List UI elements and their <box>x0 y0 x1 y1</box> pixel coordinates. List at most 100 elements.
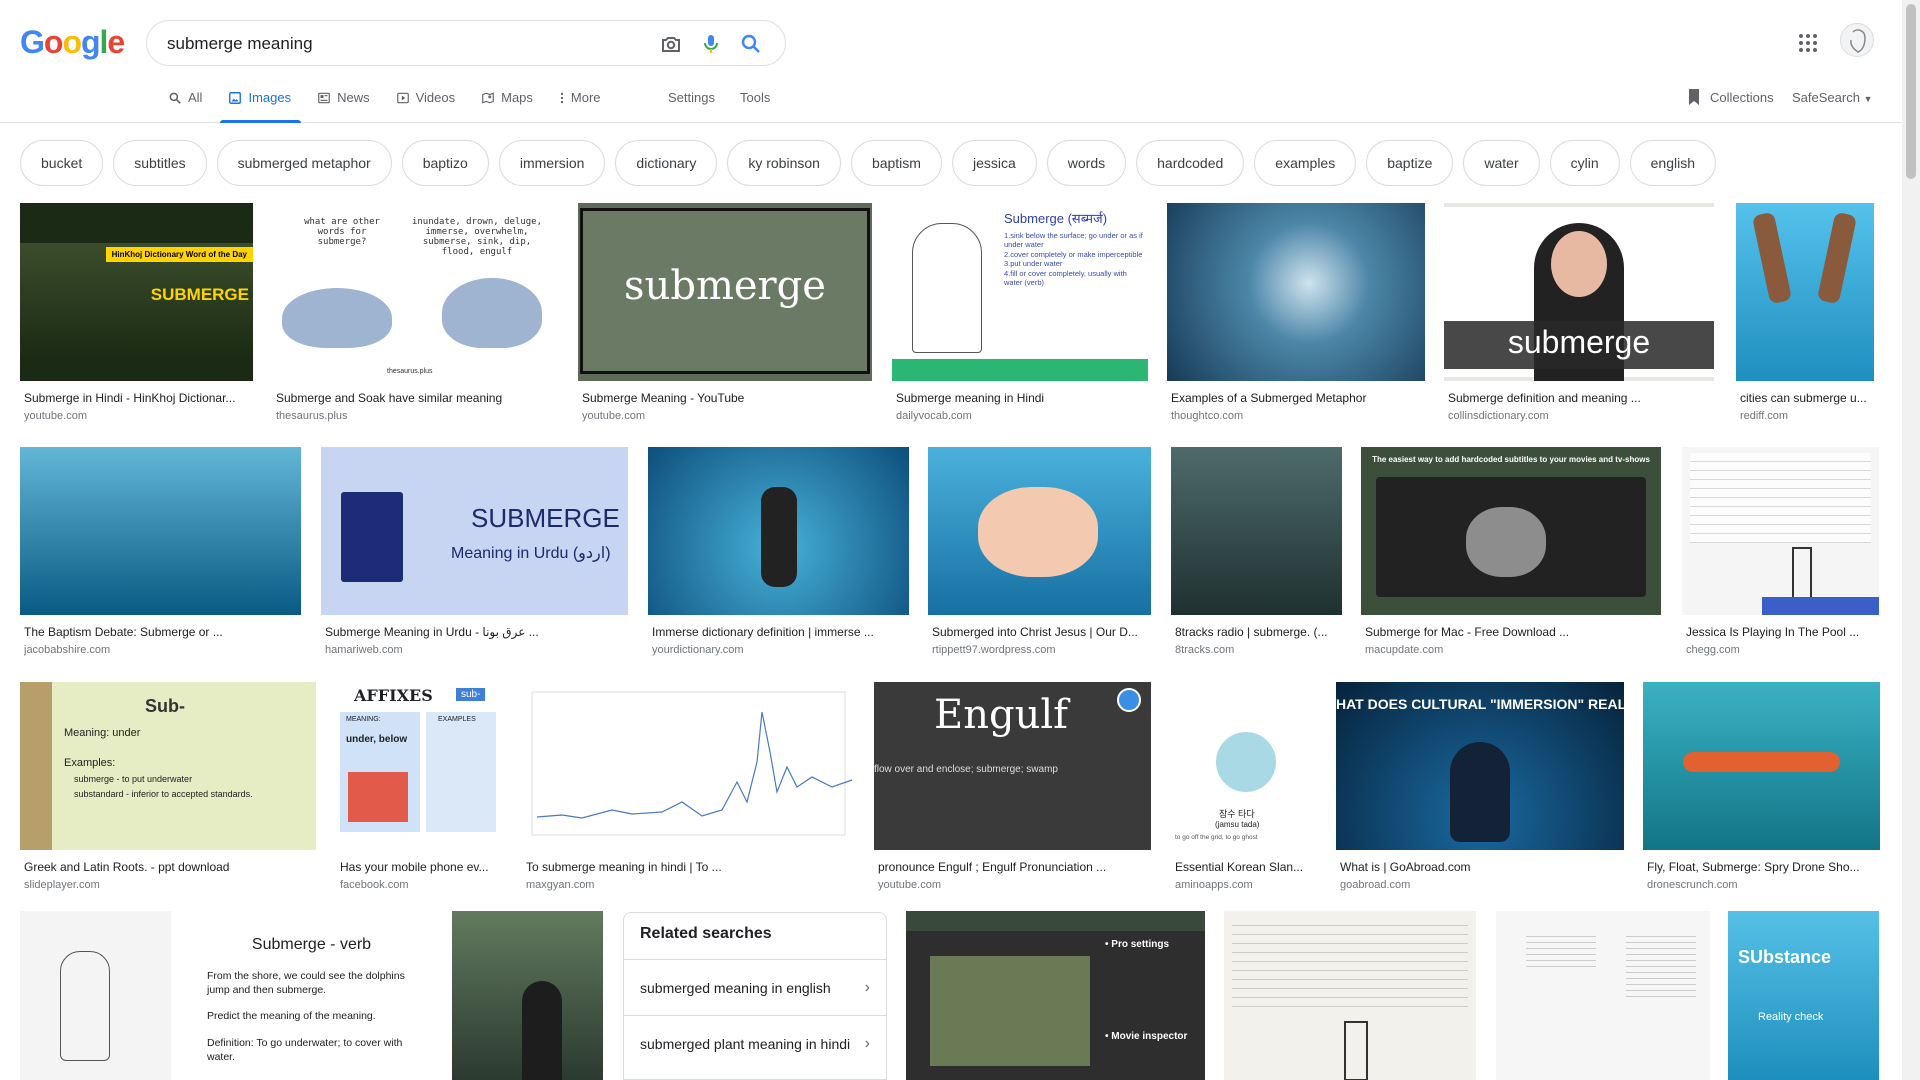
image-result[interactable]: The Baptism Debate: Submerge or ... jacob… <box>20 447 301 665</box>
result-title[interactable]: Submerge definition and meaning ... <box>1448 391 1712 405</box>
image-result[interactable]: SUbstance Reality check <box>1728 911 1879 1080</box>
google-logo[interactable]: Google <box>20 24 125 61</box>
result-thumbnail[interactable]: SUbstance Reality check <box>1728 911 1879 1080</box>
tab-images[interactable]: Images <box>220 82 301 123</box>
image-result[interactable] <box>20 911 171 1080</box>
result-thumbnail[interactable]: HinKhoj Dictionary Word of the Day SUBME… <box>20 203 253 381</box>
tab-maps[interactable]: Maps <box>473 82 543 123</box>
chip-submerged-metaphor[interactable]: submerged metaphor <box>216 140 392 186</box>
apps-grid-icon[interactable] <box>1796 31 1820 55</box>
image-result[interactable]: 잠수 타다 (jamsu tada) to go off the grid, t… <box>1171 682 1317 900</box>
image-result[interactable]: SUBMERGE Meaning in Urdu (اردو) Submerge … <box>321 447 628 665</box>
image-result[interactable]: Engulf flow over and enclose; submerge; … <box>874 682 1151 900</box>
chip-hardcoded[interactable]: hardcoded <box>1136 140 1245 186</box>
result-thumbnail[interactable] <box>1496 911 1710 1080</box>
result-title[interactable]: Fly, Float, Submerge: Spry Drone Sho... <box>1647 860 1878 874</box>
result-title[interactable]: Submerge for Mac - Free Download ... <box>1365 625 1659 639</box>
result-title[interactable]: Essential Korean Slan... <box>1175 860 1315 874</box>
image-result[interactable]: Fly, Float, Submerge: Spry Drone Sho... d… <box>1643 682 1880 900</box>
result-title[interactable]: Submerge and Soak have similar meaning <box>276 391 556 405</box>
result-thumbnail[interactable] <box>522 682 855 850</box>
image-result[interactable]: Submerged into Christ Jesus | Our D... rt… <box>928 447 1151 665</box>
image-result[interactable]: The easiest way to add hardcoded subtitl… <box>1361 447 1661 665</box>
result-title[interactable]: Submerge in Hindi - HinKhoj Dictionar... <box>24 391 251 405</box>
result-thumbnail[interactable]: SUBMERGE Meaning in Urdu (اردو) <box>321 447 628 615</box>
related-search-item[interactable]: submerged plant meaning in hindi › <box>624 1015 886 1071</box>
result-thumbnail[interactable]: The easiest way to add hardcoded subtitl… <box>1361 447 1661 615</box>
result-title[interactable]: Greek and Latin Roots. - ppt download <box>24 860 314 874</box>
result-title[interactable]: To submerge meaning in hindi | To ... <box>526 860 853 874</box>
tab-all[interactable]: All <box>160 82 212 123</box>
camera-icon[interactable] <box>659 32 683 56</box>
image-result[interactable]: Immerse dictionary definition | immerse … <box>648 447 909 665</box>
chip-cylin[interactable]: cylin <box>1549 140 1620 186</box>
image-result[interactable]: Submerge - verb From the shore, we could… <box>191 911 432 1080</box>
tab-news[interactable]: News <box>309 82 380 123</box>
chip-examples[interactable]: examples <box>1254 140 1357 186</box>
collections-link[interactable]: Collections <box>1686 88 1774 106</box>
image-result[interactable] <box>1496 911 1710 1080</box>
image-result[interactable]: • Pro settings • Movie inspector <box>906 911 1205 1080</box>
result-thumbnail[interactable] <box>648 447 909 615</box>
search-icon[interactable] <box>739 32 763 56</box>
chip-ky-robinson[interactable]: ky robinson <box>727 140 841 186</box>
image-result[interactable]: HinKhoj Dictionary Word of the Day SUBME… <box>20 203 253 431</box>
image-result[interactable]: AFFIXES sub- MEANING: under, below EXAMP… <box>336 682 502 900</box>
microphone-icon[interactable] <box>699 32 723 56</box>
result-thumbnail[interactable]: submerge <box>578 203 872 381</box>
image-result[interactable] <box>1224 911 1476 1080</box>
search-input[interactable] <box>167 33 617 55</box>
result-thumbnail[interactable] <box>20 447 301 615</box>
image-result[interactable] <box>452 911 603 1080</box>
result-thumbnail[interactable]: 잠수 타다 (jamsu tada) to go off the grid, t… <box>1171 682 1317 850</box>
result-thumbnail[interactable]: Submerge (सब्मर्ज) 1.sink below the surf… <box>892 203 1148 381</box>
image-result[interactable]: cities can submerge u... rediff.com <box>1736 203 1874 431</box>
result-title[interactable]: Submerged into Christ Jesus | Our D... <box>932 625 1149 639</box>
result-thumbnail[interactable] <box>20 911 171 1080</box>
chip-english[interactable]: english <box>1629 140 1716 186</box>
image-result[interactable]: Sub- Meaning: under Examples: submerge -… <box>20 682 316 900</box>
chip-dictionary[interactable]: dictionary <box>615 140 718 186</box>
result-thumbnail[interactable] <box>1682 447 1879 615</box>
result-thumbnail[interactable] <box>452 911 603 1080</box>
chip-baptize[interactable]: baptize <box>1366 140 1454 186</box>
chip-immersion[interactable]: immersion <box>498 140 606 186</box>
chip-water[interactable]: water <box>1463 140 1540 186</box>
result-thumbnail[interactable] <box>1224 911 1476 1080</box>
settings-link[interactable]: Settings <box>668 90 715 105</box>
tab-videos[interactable]: Videos <box>388 82 466 123</box>
result-thumbnail[interactable]: HAT DOES CULTURAL "IMMERSION" REALLY MEA… <box>1336 682 1624 850</box>
image-result[interactable]: To submerge meaning in hindi | To ... max… <box>522 682 855 900</box>
image-result[interactable]: what are other words for submerge? inund… <box>272 203 558 431</box>
scrollbar[interactable] <box>1902 0 1920 1080</box>
result-title[interactable]: Immerse dictionary definition | immerse … <box>652 625 907 639</box>
result-title[interactable]: 8tracks radio | submerge. (... <box>1175 625 1340 639</box>
result-thumbnail[interactable]: AFFIXES sub- MEANING: under, below EXAMP… <box>336 682 502 850</box>
result-thumbnail[interactable] <box>1643 682 1880 850</box>
result-title[interactable]: pronounce Engulf ; Engulf Pronunciation … <box>878 860 1149 874</box>
scrollbar-thumb[interactable] <box>1906 4 1916 179</box>
result-thumbnail[interactable] <box>1736 203 1874 381</box>
related-search-item[interactable]: submerged meaning in english › <box>624 959 886 1015</box>
result-thumbnail[interactable]: what are other words for submerge? inund… <box>272 203 558 381</box>
result-title[interactable]: Has your mobile phone ev... <box>340 860 500 874</box>
chip-bucket[interactable]: bucket <box>20 140 104 186</box>
chip-baptizo[interactable]: baptizo <box>401 140 489 186</box>
result-thumbnail[interactable]: Sub- Meaning: under Examples: submerge -… <box>20 682 316 850</box>
result-thumbnail[interactable] <box>928 447 1151 615</box>
chip-words[interactable]: words <box>1046 140 1127 186</box>
result-thumbnail[interactable]: Submerge - verb From the shore, we could… <box>191 911 432 1080</box>
result-thumbnail[interactable]: • Pro settings • Movie inspector <box>906 911 1205 1080</box>
image-result[interactable]: submerge Submerge Meaning - YouTube youtub… <box>578 203 872 431</box>
result-title[interactable]: The Baptism Debate: Submerge or ... <box>24 625 299 639</box>
tools-link[interactable]: Tools <box>740 90 770 105</box>
image-result[interactable]: submerge Submerge definition and meaning … <box>1444 203 1714 431</box>
result-thumbnail[interactable] <box>1167 203 1425 381</box>
image-result[interactable]: Examples of a Submerged Metaphor thoughtc… <box>1167 203 1425 431</box>
account-avatar[interactable] <box>1840 23 1874 57</box>
tab-more[interactable]: More <box>551 82 611 123</box>
result-title[interactable]: Submerge Meaning - YouTube <box>582 391 870 405</box>
result-title[interactable]: Submerge meaning in Hindi <box>896 391 1146 405</box>
result-title[interactable]: Submerge Meaning in Urdu - عرق بونا ... <box>325 625 626 639</box>
result-title[interactable]: cities can submerge u... <box>1740 391 1872 405</box>
